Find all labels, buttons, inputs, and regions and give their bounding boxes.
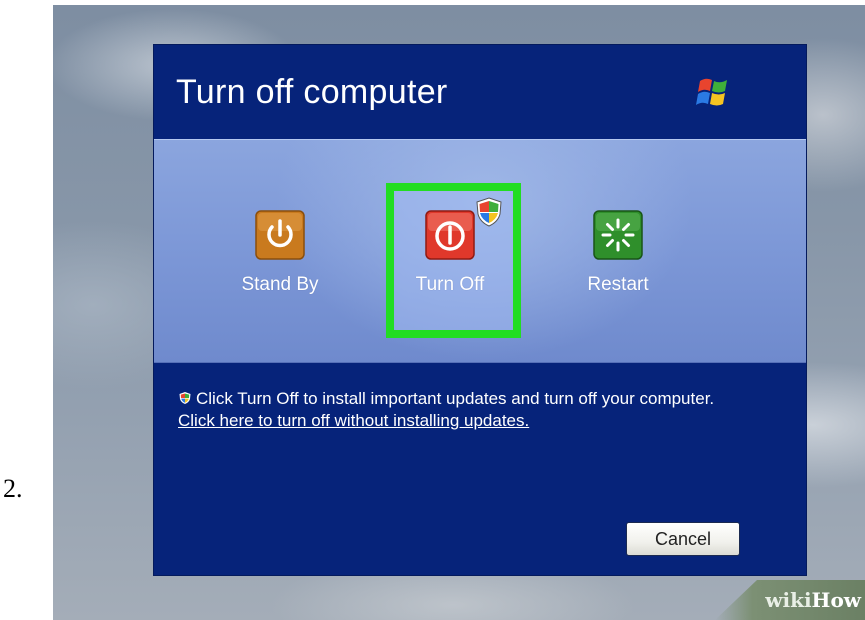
restart-button[interactable]: Restart (570, 210, 666, 296)
turn-off-dialog: Turn off computer Stand By Turn Off Rest… (153, 44, 807, 576)
security-shield-icon (476, 197, 502, 227)
cancel-button[interactable]: Cancel (626, 522, 740, 556)
turn-off-without-updates-link[interactable]: Click here to turn off without installin… (178, 411, 529, 430)
options-panel: Stand By Turn Off Restart (154, 139, 806, 363)
restart-icon (593, 210, 643, 260)
stand-by-label: Stand By (241, 274, 319, 295)
desktop-background: Turn off computer Stand By Turn Off Rest… (53, 5, 865, 620)
security-shield-icon (179, 392, 191, 404)
power-icon (255, 210, 305, 260)
stand-by-button[interactable]: Stand By (232, 210, 328, 296)
watermark-suffix: How (811, 588, 861, 612)
windows-flag-icon (696, 78, 727, 106)
turn-off-label: Turn Off (415, 274, 485, 295)
wikihow-watermark: wikiHow (715, 580, 865, 620)
step-number: 2. (3, 474, 23, 503)
watermark-prefix: wiki (765, 588, 812, 612)
restart-label: Restart (587, 274, 649, 295)
power-icon (425, 210, 475, 260)
dialog-title: Turn off computer (176, 73, 448, 111)
watermark-text: wikiHow (765, 588, 861, 612)
message-text: Click Turn Off to install important upda… (196, 389, 715, 408)
update-message: Click Turn Off to install important upda… (178, 388, 718, 432)
